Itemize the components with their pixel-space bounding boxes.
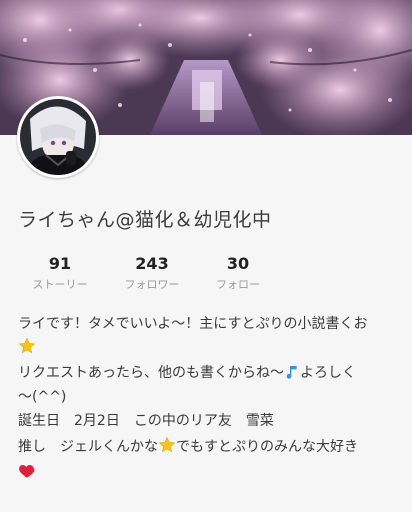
heart-icon (18, 462, 36, 484)
stat-stories-label: ストーリー (32, 278, 88, 291)
stat-followers-label: フォロワー (124, 278, 180, 291)
profile-stats: 91 ストーリー 243 フォロワー 30 フォロー (0, 254, 300, 294)
stat-followers-count: 243 (135, 254, 169, 273)
stat-following[interactable]: 30 フォロー (198, 254, 278, 292)
bio-line-2 (18, 337, 36, 359)
bio-line-6-text-b: でもすとぷりのみんな大好き (176, 439, 358, 455)
bio-line-5: 誕生日 2月2日 この中のリア友 雪菜 (18, 413, 274, 429)
stat-following-label: フォロー (216, 278, 260, 291)
bio-line-1: ライです！タメでいいよ〜！主にすとぷりの小説書くお (18, 316, 368, 332)
stat-followers[interactable]: 243 フォロワー (112, 254, 192, 292)
profile-name: ライちゃん@猫化＆幼児化中 (18, 209, 272, 231)
stat-stories[interactable]: 91 ストーリー (20, 254, 100, 292)
bio-line-3-text: リクエストあったら、他のも書くからね〜 (18, 365, 284, 381)
star-icon (18, 337, 36, 359)
bio-line-6-text-a: 推し ジェルくんかな (18, 439, 158, 455)
stat-following-count: 30 (226, 254, 250, 273)
stat-stories-count: 91 (48, 254, 72, 273)
avatar[interactable] (17, 96, 99, 178)
bio-line-6: 推し ジェルくんかな でもすとぷりのみんな大好き (18, 436, 358, 458)
bio-line-7 (18, 462, 36, 484)
bio-line-3-text-b: よろしく (300, 365, 356, 381)
avatar-image (20, 99, 96, 175)
bio-line-3: リクエストあったら、他のも書くからね〜 よろしく (18, 362, 356, 384)
bio-line-4: 〜(^^) (18, 389, 67, 405)
music-note-icon (284, 364, 300, 384)
star-icon (158, 436, 176, 458)
